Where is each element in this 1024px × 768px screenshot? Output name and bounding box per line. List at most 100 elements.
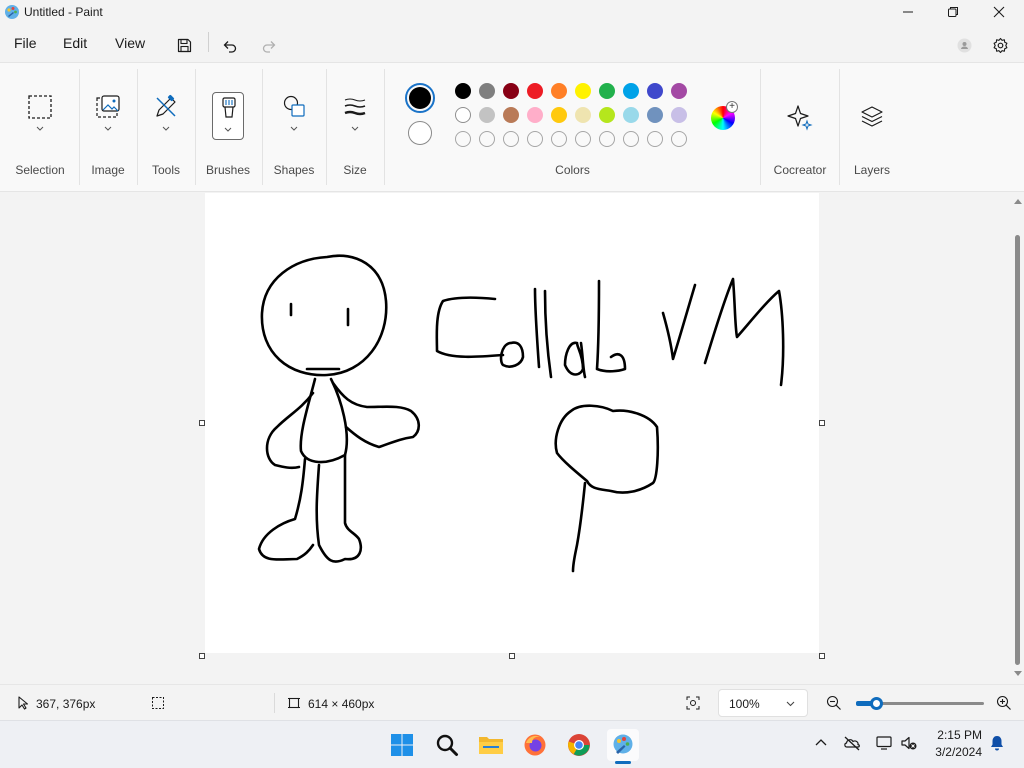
resize-handle-left[interactable]	[199, 420, 205, 426]
file-explorer-icon	[479, 737, 503, 754]
color-swatch[interactable]	[551, 107, 567, 123]
color-swatch[interactable]	[455, 107, 471, 123]
color-swatch[interactable]	[479, 107, 495, 123]
size-group[interactable]: Size	[327, 63, 383, 191]
account-button[interactable]	[951, 32, 977, 58]
color-swatch[interactable]	[671, 83, 687, 99]
color-swatch[interactable]	[551, 83, 567, 99]
scroll-up-arrow-icon[interactable]	[1013, 197, 1023, 205]
account-icon	[957, 38, 971, 52]
restore-button[interactable]	[930, 0, 976, 24]
image-group[interactable]: Image	[80, 63, 136, 191]
chevron-up-icon[interactable]	[812, 734, 830, 752]
menu-view[interactable]: View	[115, 35, 145, 51]
canvas-size-icon	[288, 697, 300, 709]
resize-handle-bottom-left[interactable]	[199, 653, 205, 659]
firefox-button[interactable]	[519, 729, 551, 761]
scroll-down-arrow-icon[interactable]	[1013, 670, 1023, 678]
status-divider	[274, 693, 275, 713]
secondary-color-button[interactable]	[408, 121, 432, 145]
color-swatch[interactable]	[503, 83, 519, 99]
tools-group[interactable]: Tools	[138, 63, 194, 191]
primary-color-button[interactable]	[405, 83, 435, 113]
notification-bell-icon[interactable]	[988, 734, 1006, 752]
minimize-button[interactable]	[885, 0, 931, 24]
menu-edit[interactable]: Edit	[63, 35, 87, 51]
paint-taskbar-button[interactable]	[607, 729, 639, 761]
layers-label: Layers	[853, 163, 891, 177]
undo-button[interactable]	[216, 32, 242, 58]
image-icon	[96, 95, 120, 118]
color-swatch[interactable]	[575, 107, 591, 123]
menu-file[interactable]: File	[14, 35, 37, 51]
search-button[interactable]	[431, 729, 463, 761]
letter-l2	[543, 289, 553, 379]
brushes-group[interactable]: Brushes	[196, 63, 260, 191]
color-swatch[interactable]	[599, 83, 615, 99]
drawing-canvas[interactable]	[205, 193, 819, 653]
layers-group[interactable]: Layers	[840, 63, 904, 191]
cocreator-label: Cocreator	[773, 163, 827, 177]
ribbon-toolbar: Selection Image Tools Brushes Shapes Siz…	[0, 62, 1024, 192]
custom-color-slot[interactable]	[647, 131, 663, 147]
cocreator-group[interactable]: Cocreator	[761, 63, 839, 191]
color-swatch[interactable]	[647, 107, 663, 123]
letter-m	[703, 277, 785, 387]
custom-color-slot[interactable]	[599, 131, 615, 147]
close-icon	[993, 6, 1005, 18]
start-button[interactable]	[386, 729, 418, 761]
custom-color-slot[interactable]	[527, 131, 543, 147]
color-swatch[interactable]	[527, 107, 543, 123]
brushes-button[interactable]	[212, 92, 244, 140]
close-button[interactable]	[976, 0, 1022, 24]
chevron-down-icon	[36, 126, 44, 131]
custom-color-slot[interactable]	[671, 131, 687, 147]
shapes-group[interactable]: Shapes	[263, 63, 325, 191]
zoom-out-icon[interactable]	[826, 695, 842, 711]
color-swatch[interactable]	[479, 83, 495, 99]
custom-color-slot[interactable]	[503, 131, 519, 147]
resize-handle-bottom-right[interactable]	[819, 653, 825, 659]
color-swatch[interactable]	[599, 107, 615, 123]
chevron-down-icon	[786, 701, 795, 707]
color-swatch[interactable]	[527, 83, 543, 99]
save-button[interactable]	[171, 32, 197, 58]
zoom-select[interactable]: 100%	[718, 689, 808, 717]
file-explorer-button[interactable]	[475, 729, 507, 761]
color-swatch[interactable]	[623, 107, 639, 123]
rectangle-select-icon	[28, 95, 52, 119]
status-bar: 367, 376px 614 × 460px 100%	[0, 684, 1024, 720]
cursor-position: 367, 376px	[36, 697, 96, 711]
fit-to-window-icon[interactable]	[686, 696, 700, 710]
custom-color-slot[interactable]	[551, 131, 567, 147]
color-swatch[interactable]	[575, 83, 591, 99]
color-swatch[interactable]	[671, 107, 687, 123]
custom-color-slot[interactable]	[479, 131, 495, 147]
resize-handle-right[interactable]	[819, 420, 825, 426]
settings-button[interactable]	[987, 32, 1013, 58]
display-icon[interactable]	[875, 734, 893, 752]
custom-color-slot[interactable]	[455, 131, 471, 147]
selection-label: Selection	[15, 163, 65, 177]
onedrive-offline-icon[interactable]	[843, 734, 861, 752]
color-swatch[interactable]	[647, 83, 663, 99]
custom-color-slot[interactable]	[623, 131, 639, 147]
shapes-icon	[283, 95, 305, 117]
clock-time: 2:15 PM	[937, 728, 982, 742]
zoom-in-icon[interactable]	[996, 695, 1012, 711]
color-swatch[interactable]	[623, 83, 639, 99]
chrome-button[interactable]	[563, 729, 595, 761]
redo-button[interactable]	[256, 32, 282, 58]
selection-group[interactable]: Selection	[0, 63, 80, 191]
vertical-scroll-thumb[interactable]	[1015, 235, 1020, 665]
color-swatch[interactable]	[455, 83, 471, 99]
custom-color-slot[interactable]	[575, 131, 591, 147]
resize-handle-bottom[interactable]	[509, 653, 515, 659]
brush-icon	[222, 97, 236, 118]
color-swatch[interactable]	[503, 107, 519, 123]
letter-b	[595, 279, 627, 373]
undo-icon	[223, 40, 236, 53]
zoom-slider-thumb[interactable]	[870, 697, 883, 710]
speaker-muted-icon[interactable]	[900, 734, 918, 752]
taskbar-clock[interactable]: 2:15 PM 3/2/2024	[935, 727, 982, 761]
